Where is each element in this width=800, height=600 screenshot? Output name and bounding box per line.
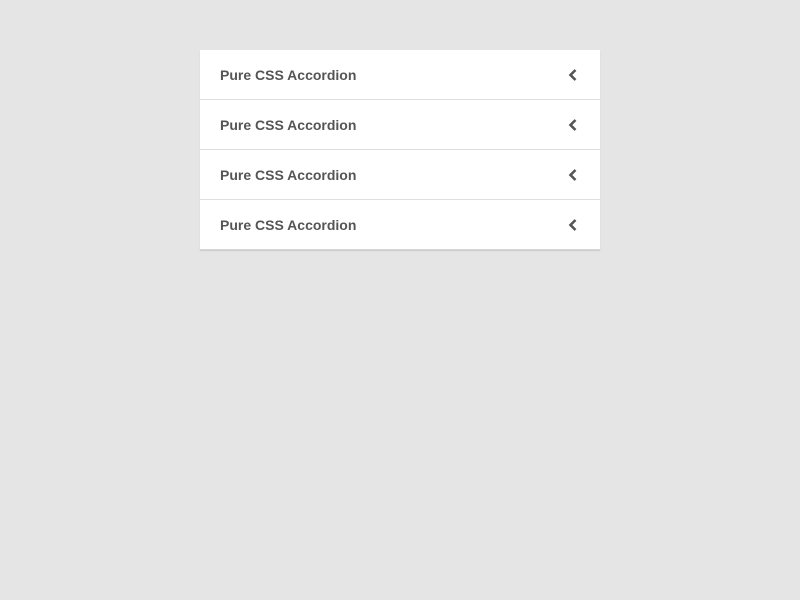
accordion-item-1[interactable]: Pure CSS Accordion xyxy=(200,50,600,100)
chevron-left-icon xyxy=(566,168,580,182)
accordion-item-3[interactable]: Pure CSS Accordion xyxy=(200,150,600,200)
accordion-item-4[interactable]: Pure CSS Accordion xyxy=(200,200,600,250)
chevron-left-icon xyxy=(566,68,580,82)
accordion-item-label: Pure CSS Accordion xyxy=(220,167,357,183)
accordion-item-label: Pure CSS Accordion xyxy=(220,117,357,133)
chevron-left-icon xyxy=(566,218,580,232)
accordion-item-label: Pure CSS Accordion xyxy=(220,67,357,83)
accordion-item-2[interactable]: Pure CSS Accordion xyxy=(200,100,600,150)
accordion: Pure CSS Accordion Pure CSS Accordion Pu… xyxy=(200,50,600,250)
accordion-item-label: Pure CSS Accordion xyxy=(220,217,357,233)
chevron-left-icon xyxy=(566,118,580,132)
